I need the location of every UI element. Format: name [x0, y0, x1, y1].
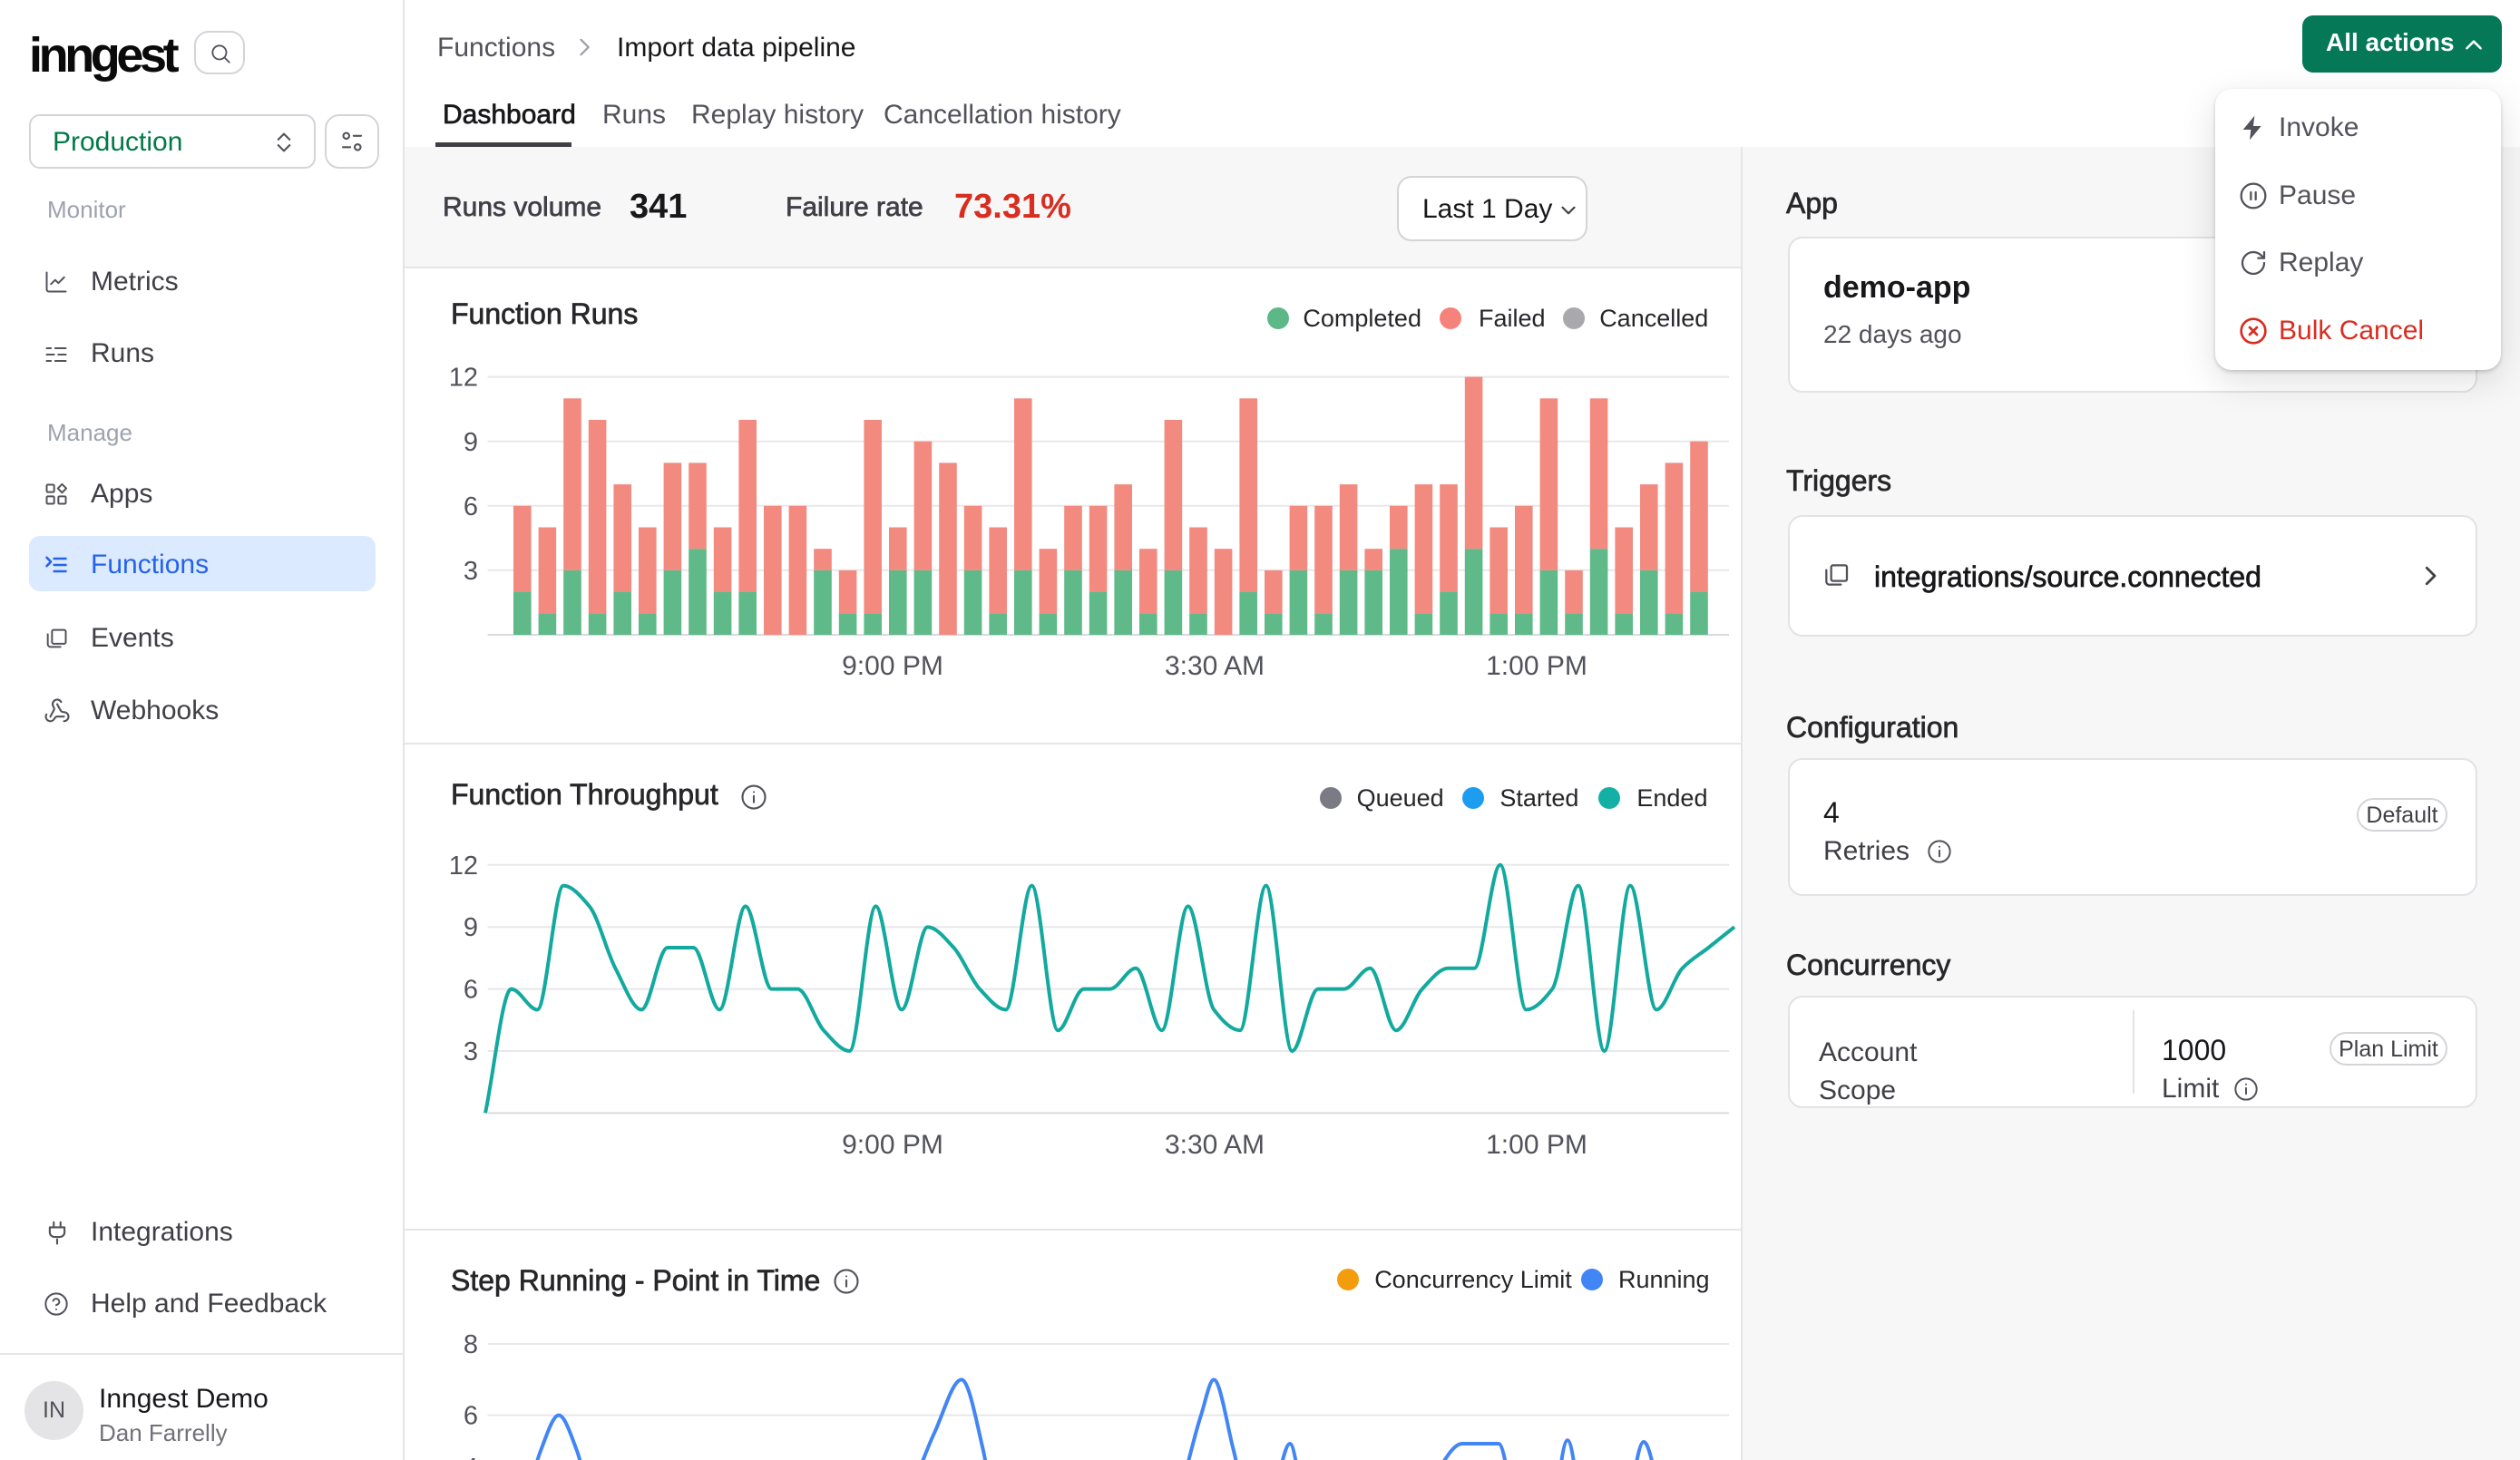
- svg-text:8: 8: [464, 1330, 478, 1359]
- svg-text:4: 4: [464, 1454, 478, 1460]
- svg-text:9: 9: [464, 428, 478, 457]
- svg-text:3: 3: [464, 1037, 478, 1066]
- svg-text:6: 6: [464, 1402, 478, 1431]
- svg-text:6: 6: [464, 492, 478, 521]
- svg-text:12: 12: [449, 852, 478, 881]
- svg-text:9: 9: [464, 913, 478, 942]
- svg-text:3: 3: [464, 557, 478, 586]
- svg-text:12: 12: [449, 364, 478, 393]
- svg-text:6: 6: [464, 976, 478, 1005]
